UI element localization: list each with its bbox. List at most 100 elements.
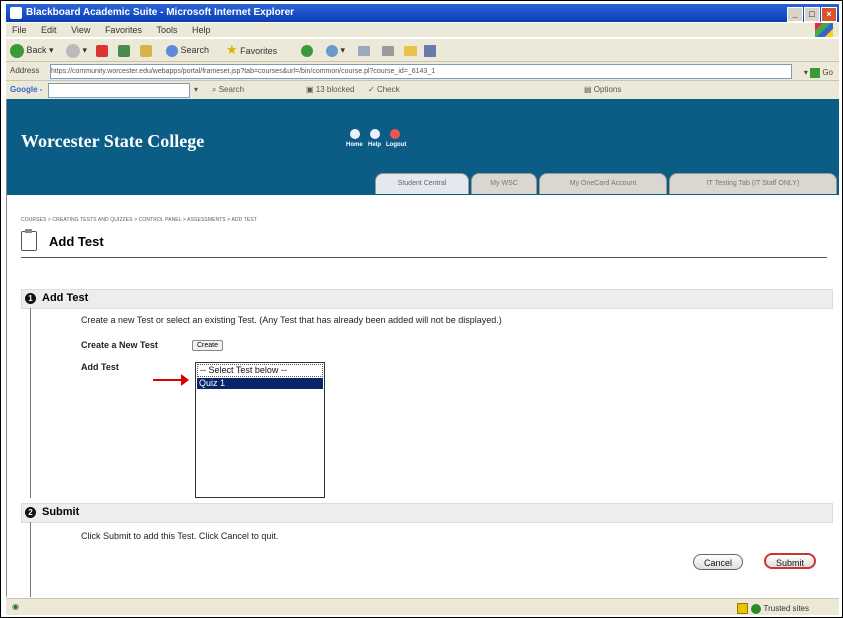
home-icon [140,44,152,57]
status-bar: ◉ Trusted sites [6,598,839,615]
media-button[interactable] [301,42,313,58]
page-viewport: Worcester State College Home Help Logout… [6,99,839,597]
go-icon [810,67,821,78]
address-input[interactable]: https://community.worcester.edu/webapps/… [50,64,792,79]
maximize-button[interactable]: □ [804,7,820,22]
window-controls: _ □ × [786,6,837,22]
google-options-button[interactable]: ▤ Options [584,81,621,99]
print-icon [382,45,394,56]
messenger-icon [424,44,436,57]
tools-button[interactable] [424,42,436,58]
address-bar: Address https://community.worcester.edu/… [6,61,839,80]
tab-it-testing[interactable]: IT Testing Tab (IT Staff ONLY) [669,173,837,194]
stop-button[interactable] [96,42,108,58]
favorites-label: Favorites [240,46,278,56]
ie-icon [10,7,22,19]
search-button[interactable]: Search [166,42,209,58]
menu-edit[interactable]: Edit [41,25,57,35]
go-label: Go [822,68,833,77]
test-select-list[interactable]: -- Select Test below -- Quiz 1 [195,362,325,498]
help-nav-icon[interactable] [370,129,380,139]
zone-label: Trusted sites [763,604,810,613]
folder-icon [404,45,417,56]
logout-nav-icon[interactable] [390,129,400,139]
google-dropdown[interactable]: ▾ [194,81,198,99]
breadcrumb[interactable]: COURSES > CREATING TESTS AND QUIZZES > C… [21,217,257,223]
popup-blocked-label: 13 blocked [315,85,355,94]
add-test-label: Add Test [81,362,119,372]
popup-blocked-button[interactable]: ▣ 13 blocked [306,81,354,99]
home-button[interactable] [140,42,152,58]
google-search-input[interactable] [48,83,190,98]
address-label: Address [10,66,40,75]
page-status-icon: ◉ [12,602,19,611]
google-logo[interactable]: Google - [10,85,42,94]
menu-help[interactable]: Help [192,25,211,35]
step-number-1: 1 [25,293,36,304]
page-title: Add Test [49,234,104,249]
submit-instructions: Click Submit to add this Test. Click Can… [81,531,279,541]
minimize-button[interactable]: _ [787,7,803,22]
lock-icon [736,603,748,615]
help-nav-link[interactable]: Help [368,142,381,148]
header-divider [21,257,827,258]
search-label: Search [180,45,210,55]
tab-bar: Student Central My WSC My OneCard Accoun… [7,173,839,195]
forward-button[interactable]: ▾ [66,42,87,58]
print-button[interactable] [382,42,394,58]
create-button[interactable]: Create [192,340,224,351]
spell-check-button[interactable]: ✓ Check [368,81,400,99]
browser-window: Blackboard Academic Suite - Microsoft In… [0,0,843,618]
google-options-label: Options [593,85,622,94]
back-label: Back [26,45,47,55]
tab-my-onecard-account[interactable]: My OneCard Account [539,173,667,194]
browser-toolbar: Back ▾ ▾ Search ★ Favorites ▾ [6,38,839,61]
section2-rule [30,522,31,597]
home-nav-link[interactable]: Home [346,142,363,148]
menu-tools[interactable]: Tools [156,25,177,35]
menu-file[interactable]: File [12,25,27,35]
google-search-button[interactable]: ⌕ Search [212,81,244,99]
create-new-test-label: Create a New Test [81,340,158,350]
test-option-placeholder[interactable]: -- Select Test below -- [197,364,323,377]
section-submit-header: 2 Submit [21,503,833,523]
back-arrow-icon [10,43,24,58]
tab-my-wsc[interactable]: My WSC [471,173,537,194]
site-banner: Worcester State College Home Help Logout… [7,99,839,195]
clipboard-icon [21,229,37,251]
forward-arrow-icon [66,43,80,58]
close-button[interactable]: × [821,7,837,22]
refresh-icon [118,44,130,57]
folder-button[interactable] [404,42,417,58]
logout-nav-link[interactable]: Logout [386,142,406,148]
history-button[interactable]: ▾ [326,42,345,58]
google-toolbar: Google - ▾ ⌕ Search ▣ 13 blocked ✓ Check… [6,80,839,99]
window-titlebar: Blackboard Academic Suite - Microsoft In… [6,4,839,22]
section-add-test-title: Add Test [42,292,89,304]
search-icon [166,44,178,57]
back-button[interactable]: Back ▾ [10,42,54,58]
favorites-button[interactable]: ★ Favorites [226,42,277,58]
section-add-test-header: 1 Add Test [21,289,833,309]
section-submit-title: Submit [42,506,80,518]
mail-button[interactable] [358,42,370,58]
tab-student-central[interactable]: Student Central [375,173,469,194]
test-option-quiz-1[interactable]: Quiz 1 [197,378,323,389]
home-nav-icon[interactable] [350,129,360,139]
star-icon: ★ [226,42,238,57]
add-test-instructions: Create a new Test or select an existing … [81,315,502,325]
college-logo[interactable]: Worcester State College [21,131,204,152]
menu-favorites[interactable]: Favorites [105,25,142,35]
refresh-button[interactable] [118,42,130,58]
menu-view[interactable]: View [71,25,90,35]
window-title: Blackboard Academic Suite - Microsoft In… [26,7,295,18]
security-zone: Trusted sites [736,601,810,617]
submit-button[interactable]: Submit [764,553,817,569]
cancel-button[interactable]: Cancel [693,554,744,570]
section1-rule [30,308,31,498]
step-number-2: 2 [25,507,36,518]
trusted-check-icon [750,603,761,614]
red-arrow-icon [153,374,191,386]
menu-bar: File Edit View Favorites Tools Help [6,23,839,37]
history-icon [326,44,338,57]
